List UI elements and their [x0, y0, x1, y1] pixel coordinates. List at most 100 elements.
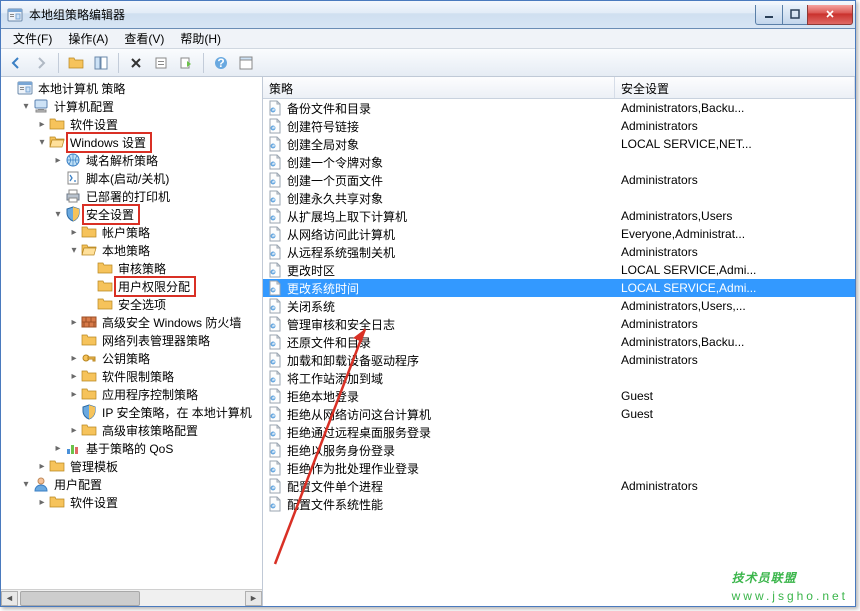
- tree-item-computer_config[interactable]: ▾计算机配置: [1, 97, 262, 115]
- policy-icon: [267, 424, 283, 440]
- column-policy[interactable]: 策略: [263, 77, 615, 98]
- expand-toggle-icon[interactable]: ▾: [19, 101, 33, 112]
- delete-button[interactable]: [125, 52, 147, 74]
- expand-toggle-icon[interactable]: ▸: [67, 353, 81, 364]
- window-frame: 本地组策略编辑器 文件(F) 操作(A) 查看(V) 帮助(H) ? 本地计算机…: [0, 0, 856, 607]
- tree-item-adv_firewall[interactable]: ▸ 高级安全 Windows 防火墙: [1, 313, 262, 331]
- tree-item-user_software[interactable]: ▸软件设置: [1, 493, 262, 511]
- expand-toggle-icon[interactable]: ▸: [51, 443, 65, 454]
- policy-icon: [267, 388, 283, 404]
- titlebar[interactable]: 本地组策略编辑器: [1, 1, 855, 29]
- tree-item-printers[interactable]: 已部署的打印机: [1, 187, 262, 205]
- tree-label: 高级安全 Windows 防火墙: [100, 314, 243, 331]
- list-row[interactable]: 加载和卸载设备驱动程序Administrators: [263, 351, 855, 369]
- list-row[interactable]: 还原文件和目录Administrators,Backu...: [263, 333, 855, 351]
- up-folder-button[interactable]: [65, 52, 87, 74]
- expand-toggle-icon[interactable]: ▾: [35, 137, 49, 148]
- list-row[interactable]: 从网络访问此计算机Everyone,Administrat...: [263, 225, 855, 243]
- expand-toggle-icon[interactable]: ▸: [35, 497, 49, 508]
- list-header[interactable]: 策略 安全设置: [263, 77, 855, 99]
- policy-name: 将工作站添加到域: [287, 370, 383, 387]
- show-tree-button[interactable]: [90, 52, 112, 74]
- expand-toggle-icon[interactable]: ▾: [19, 479, 33, 490]
- tree-item-user_rights[interactable]: 用户权限分配: [1, 277, 262, 295]
- tree-item-user_config[interactable]: ▾用户配置: [1, 475, 262, 493]
- tree-item-local_policies[interactable]: ▾本地策略: [1, 241, 262, 259]
- menu-file[interactable]: 文件(F): [5, 28, 60, 49]
- list-body[interactable]: 备份文件和目录Administrators,Backu...创建符号链接Admi…: [263, 99, 855, 606]
- list-row[interactable]: 拒绝从网络访问这台计算机Guest: [263, 405, 855, 423]
- tree-item-software_restrict[interactable]: ▸软件限制策略: [1, 367, 262, 385]
- column-security[interactable]: 安全设置: [615, 77, 855, 98]
- list-row[interactable]: 拒绝以服务身份登录: [263, 441, 855, 459]
- security-setting: Administrators,Users,...: [615, 299, 855, 313]
- help-button[interactable]: ?: [210, 52, 232, 74]
- list-row[interactable]: 关闭系统Administrators,Users,...: [263, 297, 855, 315]
- list-row[interactable]: 更改时区LOCAL SERVICE,Admi...: [263, 261, 855, 279]
- tree-item-net_list_mgr[interactable]: 网络列表管理器策略: [1, 331, 262, 349]
- tree-item-admin_templates[interactable]: ▸管理模板: [1, 457, 262, 475]
- list-row[interactable]: 创建符号链接Administrators: [263, 117, 855, 135]
- list-row[interactable]: 拒绝作为批处理作业登录: [263, 459, 855, 477]
- tree-label: 域名解析策略: [84, 152, 160, 169]
- list-row[interactable]: 创建永久共享对象: [263, 189, 855, 207]
- close-button[interactable]: [807, 5, 853, 25]
- list-row[interactable]: 配置文件系统性能: [263, 495, 855, 513]
- forward-button[interactable]: [30, 52, 52, 74]
- tree-item-account_policies[interactable]: ▸帐户策略: [1, 223, 262, 241]
- tree-item-windows_settings[interactable]: ▾Windows 设置: [1, 133, 262, 151]
- expand-toggle-icon[interactable]: ▸: [35, 119, 49, 130]
- tree-item-root[interactable]: 本地计算机 策略: [1, 79, 262, 97]
- security-setting: Administrators: [615, 353, 855, 367]
- expand-toggle-icon[interactable]: ▸: [67, 389, 81, 400]
- back-button[interactable]: [5, 52, 27, 74]
- list-pane[interactable]: 策略 安全设置 备份文件和目录Administrators,Backu...创建…: [263, 77, 855, 606]
- tree-item-qos[interactable]: ▸基于策略的 QoS: [1, 439, 262, 457]
- minimize-button[interactable]: [755, 5, 783, 25]
- tree-item-app_control[interactable]: ▸ 应用程序控制策略: [1, 385, 262, 403]
- net-icon: [65, 152, 81, 168]
- list-row[interactable]: 创建全局对象LOCAL SERVICE,NET...: [263, 135, 855, 153]
- folder-icon: [49, 494, 65, 510]
- list-row[interactable]: 拒绝通过远程桌面服务登录: [263, 423, 855, 441]
- tree-item-security_options[interactable]: 安全选项: [1, 295, 262, 313]
- tree-item-software_settings[interactable]: ▸软件设置: [1, 115, 262, 133]
- tree-pane[interactable]: 本地计算机 策略▾计算机配置▸软件设置▾Windows 设置▸域名解析策略脚本(…: [1, 77, 263, 606]
- expand-toggle-icon[interactable]: ▸: [67, 317, 81, 328]
- tree-label: 已部署的打印机: [84, 188, 172, 205]
- tree-item-public_key[interactable]: ▸公钥策略: [1, 349, 262, 367]
- expand-toggle-icon[interactable]: ▸: [35, 461, 49, 472]
- expand-toggle-icon[interactable]: ▸: [51, 155, 65, 166]
- menu-view[interactable]: 查看(V): [116, 28, 172, 49]
- list-row[interactable]: 从扩展坞上取下计算机Administrators,Users: [263, 207, 855, 225]
- expand-toggle-icon[interactable]: ▸: [67, 371, 81, 382]
- tree-label: 应用程序控制策略: [100, 386, 200, 403]
- list-row[interactable]: 更改系统时间LOCAL SERVICE,Admi...: [263, 279, 855, 297]
- tree-item-security_settings[interactable]: ▾安全设置: [1, 205, 262, 223]
- expand-toggle-icon[interactable]: ▸: [67, 227, 81, 238]
- list-row[interactable]: 将工作站添加到域: [263, 369, 855, 387]
- list-row[interactable]: 创建一个页面文件Administrators: [263, 171, 855, 189]
- list-row[interactable]: 从远程系统强制关机Administrators: [263, 243, 855, 261]
- properties-button[interactable]: [150, 52, 172, 74]
- tree-item-scripts[interactable]: 脚本(启动/关机): [1, 169, 262, 187]
- expand-toggle-icon[interactable]: ▸: [67, 425, 81, 436]
- list-row[interactable]: 备份文件和目录Administrators,Backu...: [263, 99, 855, 117]
- tree-item-ipsec[interactable]: IP 安全策略，在 本地计算机: [1, 403, 262, 421]
- expand-toggle-icon[interactable]: ▾: [51, 209, 65, 220]
- list-row[interactable]: 配置文件单个进程Administrators: [263, 477, 855, 495]
- expand-toggle-icon[interactable]: ▾: [67, 245, 81, 256]
- export-button[interactable]: [175, 52, 197, 74]
- maximize-button[interactable]: [782, 5, 808, 25]
- toggle-pane-button[interactable]: [235, 52, 257, 74]
- tree-item-dns_policy[interactable]: ▸ 域名解析策略: [1, 151, 262, 169]
- policy-icon: [267, 334, 283, 350]
- menu-action[interactable]: 操作(A): [60, 28, 116, 49]
- tree-item-adv_audit[interactable]: ▸高级审核策略配置: [1, 421, 262, 439]
- tree-hscrollbar[interactable]: ◄►: [1, 589, 262, 606]
- list-row[interactable]: 拒绝本地登录Guest: [263, 387, 855, 405]
- list-row[interactable]: 管理审核和安全日志Administrators: [263, 315, 855, 333]
- tree-item-audit_policy[interactable]: 审核策略: [1, 259, 262, 277]
- list-row[interactable]: 创建一个令牌对象: [263, 153, 855, 171]
- menu-help[interactable]: 帮助(H): [172, 28, 229, 49]
